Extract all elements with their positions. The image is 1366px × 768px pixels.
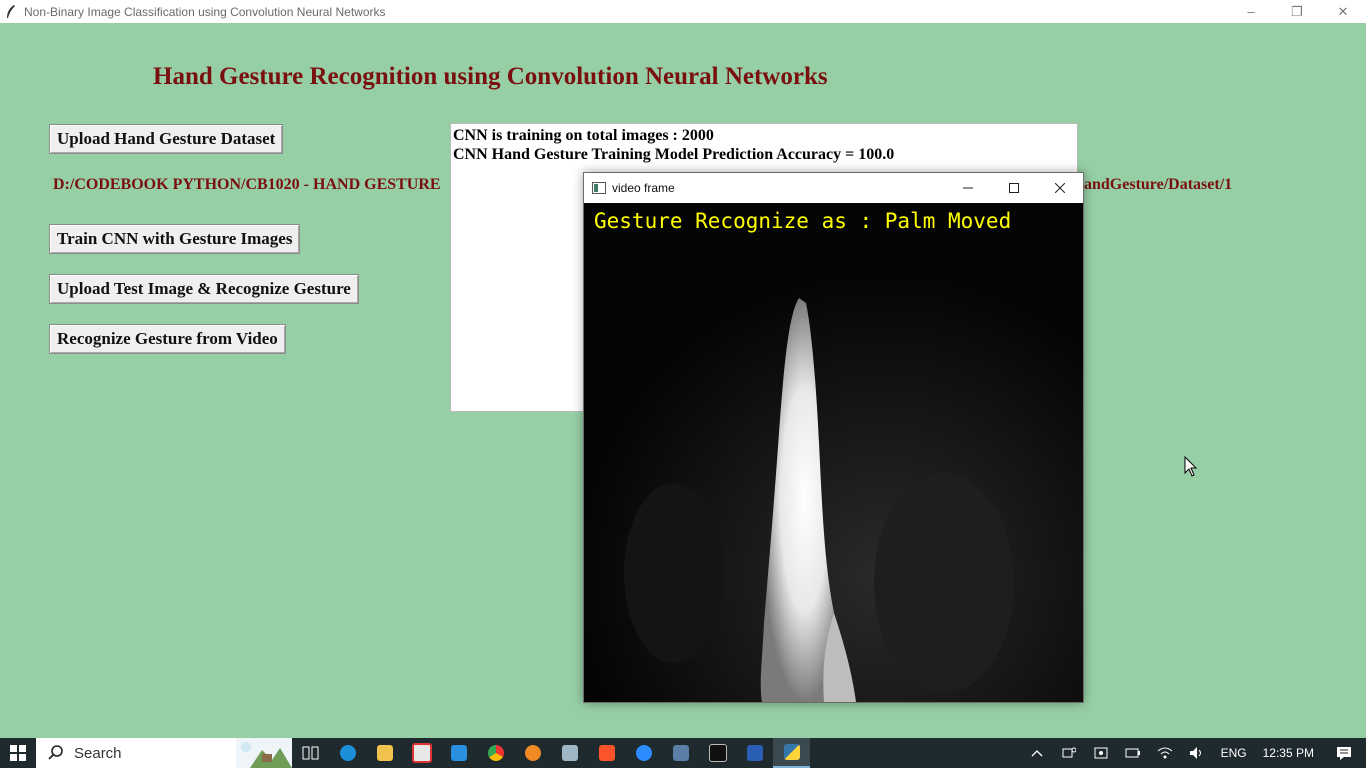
train-cnn-button[interactable]: Train CNN with Gesture Images (49, 224, 301, 254)
gesture-overlay-text: Gesture Recognize as : Palm Moved (594, 209, 1012, 233)
brave-icon[interactable] (588, 738, 625, 768)
minimize-icon (963, 187, 973, 189)
battery-icon[interactable] (1117, 738, 1149, 768)
search-icon (48, 745, 64, 761)
video-frame-image: Gesture Recognize as : Palm Moved (584, 203, 1083, 702)
cmd-icon[interactable] (699, 738, 736, 768)
minimize-button[interactable]: – (1228, 0, 1274, 23)
hand-image (584, 203, 1083, 702)
video-window-title-bar: video frame (584, 173, 1083, 203)
recognize-video-button[interactable]: Recognize Gesture from Video (49, 324, 286, 354)
app-heading: Hand Gesture Recognition using Convoluti… (153, 63, 828, 90)
volume-icon[interactable] (1181, 738, 1213, 768)
edge-icon[interactable] (329, 738, 366, 768)
start-button[interactable] (0, 738, 36, 768)
meet-now-icon[interactable] (1053, 738, 1085, 768)
system-tray: ENG 12:35 PM (1021, 738, 1366, 768)
vscode-icon[interactable] (440, 738, 477, 768)
upload-dataset-button[interactable]: Upload Hand Gesture Dataset (49, 124, 284, 154)
dataset-path-label-end: andGesture/Dataset/1 (1084, 176, 1233, 193)
taskbar-clock[interactable]: 12:35 PM (1255, 746, 1322, 760)
video-close-button[interactable] (1037, 173, 1083, 203)
task-view-icon[interactable] (292, 738, 329, 768)
language-indicator[interactable]: ENG (1213, 746, 1255, 760)
mouse-cursor-icon (1184, 456, 1198, 477)
maximize-icon (1009, 183, 1019, 193)
output-line: CNN is training on total images : 2000 (453, 127, 714, 144)
wifi-icon[interactable] (1149, 738, 1181, 768)
dataset-path-label: D:/CODEBOOK PYTHON/CB1020 - HAND GESTURE (53, 176, 441, 193)
video-frame-window[interactable]: video frame Gesture Recognize as: Palm … (583, 172, 1084, 703)
security-icon[interactable] (1085, 738, 1117, 768)
search-highlight-illustration-icon (236, 738, 292, 768)
output-line: CNN Hand Gesture Training Model Predicti… (453, 146, 895, 163)
window-title-bar: Non-Binary Image Classification using Co… (0, 0, 1366, 23)
screen-tool-icon[interactable] (551, 738, 588, 768)
zoom-icon[interactable] (625, 738, 662, 768)
taskbar-search-box[interactable]: Search (36, 738, 292, 768)
close-button[interactable]: ✕ (1320, 0, 1366, 23)
notifications-icon[interactable] (1322, 738, 1366, 768)
upload-test-image-button[interactable]: Upload Test Image & Recognize Gesture (49, 274, 359, 304)
restore-button[interactable]: ❐ (1274, 0, 1320, 23)
video-minimize-button[interactable] (945, 173, 991, 203)
feather-icon (4, 4, 18, 19)
video-window-title: video frame (612, 181, 675, 195)
windows-logo-icon (10, 745, 26, 761)
search-app-icon[interactable] (514, 738, 551, 768)
close-icon: ✕ (1337, 3, 1349, 19)
taskbar: Search ENG 12:35 PM (0, 738, 1366, 768)
close-icon (1055, 183, 1065, 193)
search-placeholder: Search (74, 744, 122, 762)
video-maximize-button[interactable] (991, 173, 1037, 203)
file-explorer-icon[interactable] (366, 738, 403, 768)
app-red-icon[interactable] (403, 738, 440, 768)
chrome-icon[interactable] (477, 738, 514, 768)
minimize-icon: – (1247, 4, 1255, 19)
window-title: Non-Binary Image Classification using Co… (24, 4, 386, 19)
chevron-up-icon[interactable] (1021, 738, 1053, 768)
restore-icon: ❐ (1291, 3, 1303, 19)
remote-icon[interactable] (662, 738, 699, 768)
word-icon[interactable] (736, 738, 773, 768)
python-icon[interactable] (773, 738, 810, 768)
window-app-icon (592, 182, 606, 194)
